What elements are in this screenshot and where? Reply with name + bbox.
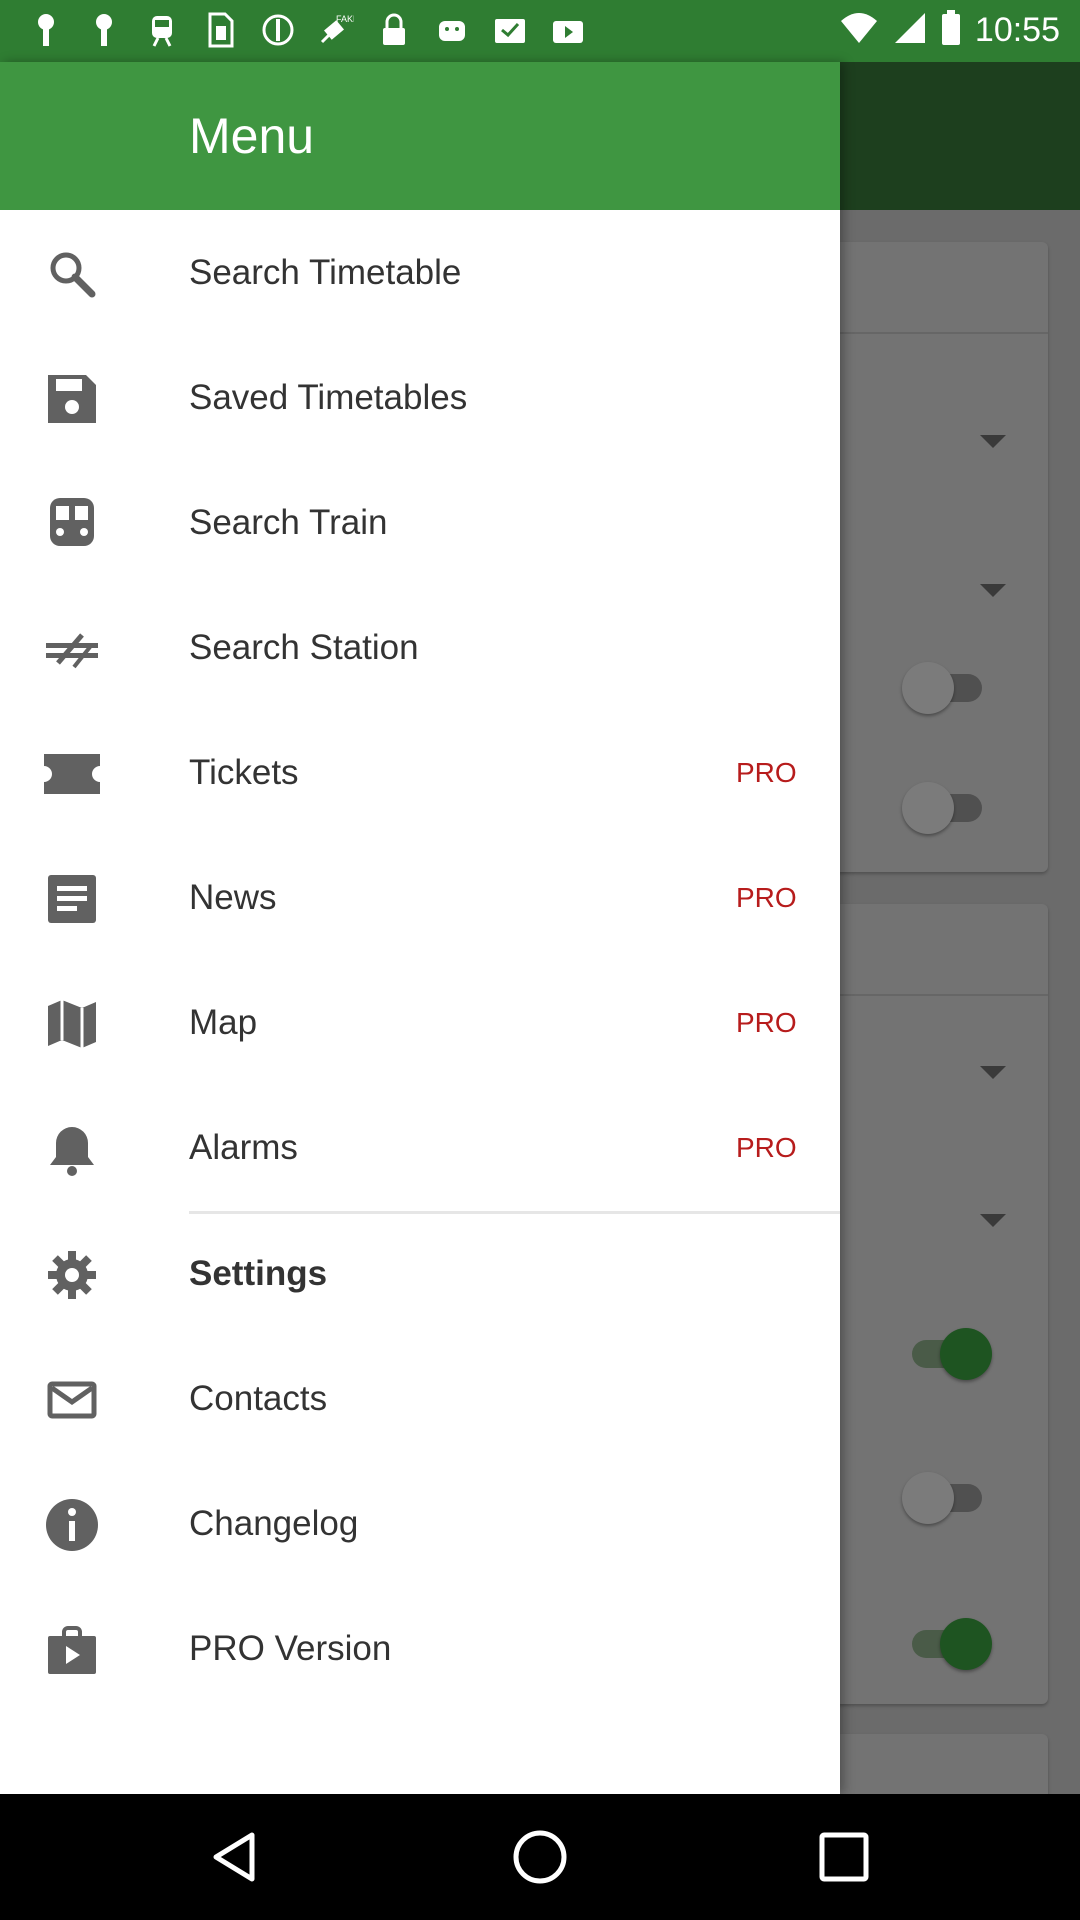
menu-item-alarms[interactable]: Alarms PRO [0,1084,840,1209]
status-time: 10:55 [974,11,1060,49]
train-icon [44,496,100,552]
menu-item-label: PRO Version [189,1629,392,1668]
mail-icon [44,1372,100,1428]
toggle-switch [902,1470,992,1526]
pro-badge: PRO [736,882,797,913]
wifi-icon [839,11,879,50]
pin-icon [86,12,122,48]
inbox-icon [492,12,528,48]
system-nav-bar [0,1794,1080,1920]
save-icon [44,371,100,427]
navigation-drawer: Menu Search Timetable Saved Timetables S… [0,62,840,1794]
drawer-title: Menu [189,108,315,164]
menu-item-changelog[interactable]: Changelog [0,1460,840,1585]
menu-item-news[interactable]: News PRO [0,834,840,959]
toggle-switch [902,780,992,836]
station-icon [44,621,100,677]
train-icon [144,12,180,48]
dropdown-arrow-icon [980,435,1006,448]
search-icon [44,246,100,302]
recents-icon[interactable] [814,1827,874,1887]
pro-badge: PRO [736,1007,797,1038]
menu-item-label: Contacts [189,1379,328,1418]
shop-icon [44,1622,100,1678]
drawer-header: Menu [0,62,840,210]
menu-item-contacts[interactable]: Contacts [0,1335,840,1460]
status-bar: FAKE 10:55 [0,0,1080,62]
bell-icon [44,1121,100,1177]
menu-item-search-timetable[interactable]: Search Timetable [0,209,840,334]
home-icon[interactable] [510,1827,570,1887]
battery-icon [941,10,961,51]
info-icon [44,1497,100,1553]
menu-item-label: Search Station [189,628,419,667]
menu-item-label: Search Train [189,503,388,542]
news-icon [44,871,100,927]
menu-item-pro-version[interactable]: PRO Version [0,1585,840,1710]
menu-item-search-train[interactable]: Search Train [0,459,840,584]
toggle-switch [902,1616,992,1672]
toggle-switch [902,1326,992,1382]
fake-gps-icon: FAKE [318,12,354,48]
svg-text:FAKE: FAKE [336,14,354,24]
pro-badge: PRO [736,757,797,788]
dropdown-arrow-icon [980,584,1006,597]
gear-icon [44,1247,100,1303]
menu-item-tickets[interactable]: Tickets PRO [0,709,840,834]
menu-item-label: News [189,878,277,917]
menu-item-label: Search Timetable [189,253,462,292]
pin-icon [28,12,64,48]
pro-badge: PRO [736,1132,797,1163]
ticket-icon [44,746,100,802]
menu-item-search-station[interactable]: Search Station [0,584,840,709]
back-icon[interactable] [208,1827,268,1887]
menu-item-label: Changelog [189,1504,359,1543]
menu-item-label: Tickets [189,753,299,792]
block-icon [260,12,296,48]
menu-item-label: Settings [189,1254,328,1293]
toggle-switch [902,660,992,716]
youtube-icon [550,12,586,48]
lock-icon [376,12,412,48]
menu-item-label: Alarms [189,1128,298,1167]
menu-item-label: Saved Timetables [189,378,468,417]
signal-icon [893,11,927,50]
dropdown-arrow-icon [980,1066,1006,1079]
sim-icon [202,12,238,48]
map-icon [44,996,100,1052]
android-icon [434,12,470,48]
menu-item-saved-timetables[interactable]: Saved Timetables [0,334,840,459]
menu-item-map[interactable]: Map PRO [0,959,840,1084]
menu-item-label: Map [189,1003,258,1042]
menu-item-settings[interactable]: Settings [0,1210,840,1335]
dropdown-arrow-icon [980,1214,1006,1227]
